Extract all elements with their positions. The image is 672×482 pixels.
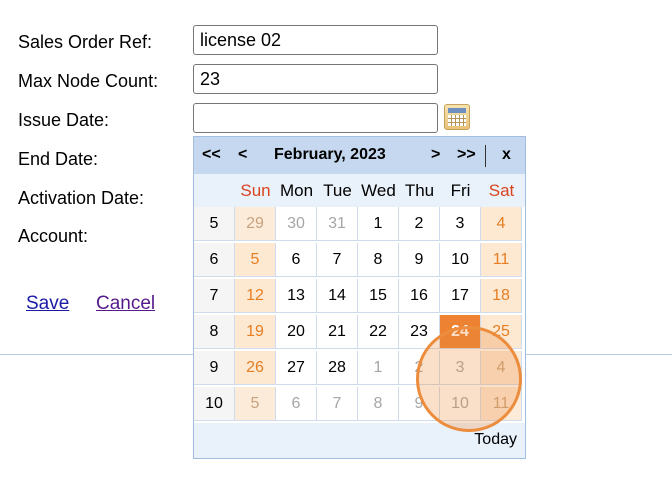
day-cell[interactable]: 11 bbox=[481, 243, 522, 277]
day-cell[interactable]: 29 bbox=[235, 207, 276, 241]
day-cell[interactable]: 20 bbox=[276, 315, 317, 349]
day-cell-selected[interactable]: 24 bbox=[440, 315, 481, 349]
day-cell[interactable]: 28 bbox=[317, 351, 358, 385]
calendar-header: << < February, 2023 > >> x bbox=[194, 137, 525, 174]
sales-order-input[interactable] bbox=[193, 25, 438, 55]
max-node-input[interactable] bbox=[193, 64, 438, 94]
day-cell[interactable]: 16 bbox=[399, 279, 440, 313]
day-cell[interactable]: 30 bbox=[276, 207, 317, 241]
day-cell[interactable]: 3 bbox=[440, 351, 481, 385]
day-cell[interactable]: 4 bbox=[481, 207, 522, 241]
day-cell[interactable]: 12 bbox=[235, 279, 276, 313]
day-cell[interactable]: 26 bbox=[235, 351, 276, 385]
prev-month-button[interactable]: < bbox=[238, 146, 247, 164]
day-cell[interactable]: 1 bbox=[358, 207, 399, 241]
day-cell[interactable]: 19 bbox=[235, 315, 276, 349]
next-year-button[interactable]: >> bbox=[457, 146, 476, 164]
day-header-mon: Mon bbox=[279, 181, 314, 200]
cancel-link[interactable]: Cancel bbox=[96, 293, 155, 315]
day-header-fri: Fri bbox=[450, 181, 471, 200]
issue-date-label: Issue Date: bbox=[18, 110, 110, 130]
day-cell[interactable]: 6 bbox=[276, 387, 317, 421]
day-cell[interactable]: 23 bbox=[399, 315, 440, 349]
activation-date-label: Activation Date: bbox=[18, 188, 145, 208]
month-title: February, 2023 bbox=[274, 146, 386, 163]
calendar-icon-header bbox=[448, 108, 466, 113]
day-header-thu: Thu bbox=[404, 181, 435, 200]
week-number: 9 bbox=[194, 351, 235, 385]
day-cell[interactable]: 4 bbox=[481, 351, 522, 385]
calendar-icon[interactable] bbox=[444, 104, 470, 130]
day-header-sat: Sat bbox=[488, 181, 515, 200]
next-month-button[interactable]: > bbox=[431, 146, 440, 164]
account-label: Account: bbox=[18, 226, 89, 246]
week-number: 6 bbox=[194, 243, 235, 277]
day-cell[interactable]: 5 bbox=[235, 243, 276, 277]
sales-order-label: Sales Order Ref: bbox=[18, 32, 153, 52]
close-button[interactable]: x bbox=[502, 146, 511, 164]
day-cell[interactable]: 27 bbox=[276, 351, 317, 385]
today-button[interactable]: Today bbox=[474, 431, 517, 449]
day-cell[interactable]: 7 bbox=[317, 387, 358, 421]
day-cell[interactable]: 14 bbox=[317, 279, 358, 313]
max-node-label: Max Node Count: bbox=[18, 71, 159, 91]
day-cell[interactable]: 2 bbox=[399, 351, 440, 385]
day-cell[interactable]: 10 bbox=[440, 387, 481, 421]
day-header-sun: Sun bbox=[240, 181, 271, 200]
day-cell[interactable]: 25 bbox=[481, 315, 522, 349]
day-cell[interactable]: 9 bbox=[399, 387, 440, 421]
calendar-footer: Today bbox=[194, 423, 525, 458]
day-cell[interactable]: 3 bbox=[440, 207, 481, 241]
issue-date-input[interactable] bbox=[193, 103, 438, 133]
date-picker: << < February, 2023 > >> x Sun Mon Tue W… bbox=[193, 136, 526, 459]
day-cell[interactable]: 8 bbox=[358, 387, 399, 421]
day-cell[interactable]: 11 bbox=[481, 387, 522, 421]
day-header-wed: Wed bbox=[361, 181, 396, 200]
day-cell[interactable]: 10 bbox=[440, 243, 481, 277]
day-cell[interactable]: 21 bbox=[317, 315, 358, 349]
day-cell[interactable]: 2 bbox=[399, 207, 440, 241]
header-separator bbox=[485, 145, 486, 167]
week-number: 8 bbox=[194, 315, 235, 349]
day-cell[interactable]: 17 bbox=[440, 279, 481, 313]
day-cell[interactable]: 18 bbox=[481, 279, 522, 313]
day-cell[interactable]: 7 bbox=[317, 243, 358, 277]
day-header-row: Sun Mon Tue Wed Thu Fri Sat bbox=[194, 174, 525, 207]
day-cell[interactable]: 13 bbox=[276, 279, 317, 313]
day-cell[interactable]: 8 bbox=[358, 243, 399, 277]
week-number: 7 bbox=[194, 279, 235, 313]
day-cell[interactable]: 15 bbox=[358, 279, 399, 313]
day-cell[interactable]: 9 bbox=[399, 243, 440, 277]
prev-year-button[interactable]: << bbox=[202, 146, 221, 164]
day-cell[interactable]: 22 bbox=[358, 315, 399, 349]
week-number: 10 bbox=[194, 387, 235, 421]
day-cell[interactable]: 1 bbox=[358, 351, 399, 385]
save-link[interactable]: Save bbox=[26, 293, 69, 315]
day-cell[interactable]: 5 bbox=[235, 387, 276, 421]
day-cell[interactable]: 6 bbox=[276, 243, 317, 277]
day-cell[interactable]: 31 bbox=[317, 207, 358, 241]
day-header-tue: Tue bbox=[323, 181, 352, 200]
week-number: 5 bbox=[194, 207, 235, 241]
calendar-icon-grid bbox=[448, 115, 466, 126]
end-date-label: End Date: bbox=[18, 149, 99, 169]
